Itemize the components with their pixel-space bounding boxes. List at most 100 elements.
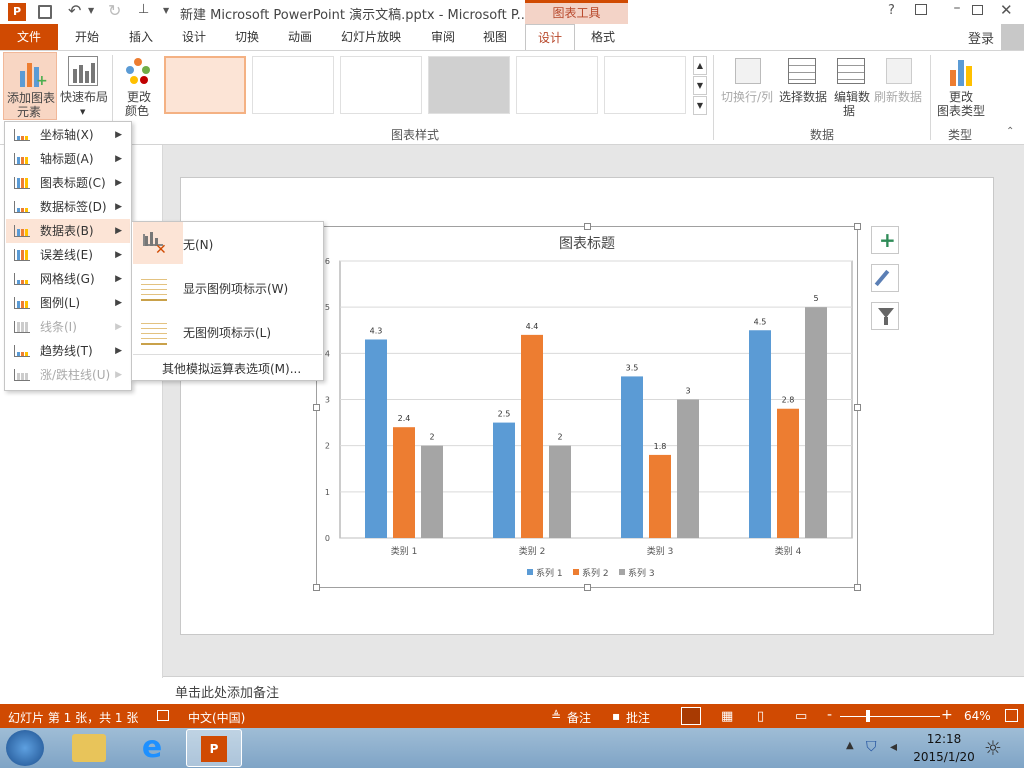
qat-dropdown-icon[interactable]: ▼: [163, 6, 169, 15]
notes-pane[interactable]: 单击此处添加备注: [163, 676, 1024, 704]
menu-item-6[interactable]: 网格线(G) ▶: [6, 267, 130, 291]
menu-item-3[interactable]: 数据标签(D) ▶: [6, 195, 130, 219]
menu-item-1[interactable]: 轴标题(A) ▶: [6, 147, 130, 171]
avatar[interactable]: [1001, 24, 1024, 50]
powerpoint-logo-icon[interactable]: P: [8, 3, 26, 21]
comments-button[interactable]: 批注: [626, 709, 650, 726]
notes-placeholder: 单击此处添加备注: [175, 686, 280, 701]
menu-item-2[interactable]: 图表标题(C) ▶: [6, 171, 130, 195]
chart-style-1[interactable]: [164, 56, 246, 114]
normal-view-button[interactable]: [681, 707, 701, 725]
add-chart-element-button[interactable]: + 添加图表 元素: [3, 52, 57, 120]
submenu-item-no-legend-keys[interactable]: 无图例项标示(L): [183, 324, 271, 341]
x-tick-label: 类别 3: [647, 545, 674, 557]
menu-item-4[interactable]: 数据表(B) ▶: [6, 219, 130, 243]
login-link[interactable]: 登录: [968, 28, 994, 47]
zoom-slider-thumb[interactable]: [866, 710, 870, 722]
data-label: 4.3: [370, 326, 383, 335]
clock-time[interactable]: 12:18: [914, 732, 974, 746]
collapse-ribbon-icon[interactable]: ⌃: [1006, 126, 1014, 137]
tab-insert[interactable]: 插入: [118, 24, 164, 50]
save-icon[interactable]: [38, 5, 52, 19]
change-chart-type-label: 更改: [948, 90, 973, 104]
tab-file[interactable]: 文件: [0, 24, 58, 50]
redo-icon[interactable]: ↻: [108, 1, 121, 20]
chart-style-3[interactable]: [340, 56, 422, 114]
minimize-button[interactable]: –: [945, 0, 969, 22]
tab-design[interactable]: 设计: [171, 24, 217, 50]
chart-style-4[interactable]: [428, 56, 510, 114]
spell-check-icon[interactable]: [157, 710, 169, 721]
zoom-out-button[interactable]: -: [827, 707, 832, 723]
chart-style-5[interactable]: [516, 56, 598, 114]
customize-qat-icon[interactable]: ⊥: [138, 2, 149, 17]
undo-dropdown-icon[interactable]: ▼: [88, 6, 94, 15]
fit-to-window-button[interactable]: [1005, 709, 1018, 722]
submenu-arrow-icon: ▶: [115, 202, 122, 212]
chart-elements-button[interactable]: +: [871, 226, 899, 254]
reading-view-button[interactable]: ▯: [757, 709, 764, 724]
powerpoint-taskbar-icon[interactable]: P: [186, 729, 242, 767]
refresh-data-label: 刷新数据: [873, 90, 922, 104]
y-tick-label: 3: [325, 396, 330, 405]
data-label: 2.5: [498, 410, 511, 419]
tab-home[interactable]: 开始: [64, 24, 110, 50]
menu-item-7[interactable]: 图例(L) ▶: [6, 291, 130, 315]
gallery-more-icon[interactable]: ▼: [693, 96, 707, 115]
shield-icon[interactable]: ⛉: [866, 739, 877, 755]
chart-filters-button[interactable]: [871, 302, 899, 330]
tab-transitions[interactable]: 切换: [224, 24, 270, 50]
menu-item-label: 线条(I): [40, 320, 77, 334]
language-indicator[interactable]: 中文(中国): [188, 709, 245, 726]
select-data-button[interactable]: 选择数据: [778, 52, 828, 120]
menu-item-9[interactable]: 趋势线(T) ▶: [6, 339, 130, 363]
chart-styles-button[interactable]: [871, 264, 899, 292]
tab-slideshow[interactable]: 幻灯片放映: [333, 24, 409, 50]
x-tick-label: 类别 1: [391, 545, 418, 557]
change-chart-type-button[interactable]: 更改 图表类型: [934, 52, 988, 120]
submenu-item-legend-keys[interactable]: 显示图例项标示(W): [183, 280, 288, 297]
brightness-icon[interactable]: ☼: [984, 736, 1002, 760]
refresh-data-button[interactable]: 刷新数据: [872, 52, 924, 120]
zoom-in-button[interactable]: +: [941, 707, 953, 723]
tab-chart-format[interactable]: 格式: [580, 24, 626, 50]
zoom-level[interactable]: 64%: [964, 709, 991, 723]
explorer-icon[interactable]: [72, 734, 106, 762]
tab-animations[interactable]: 动画: [277, 24, 323, 50]
menu-item-label: 坐标轴(X): [40, 128, 94, 142]
submenu-item-none-label[interactable]: 无(N): [183, 236, 213, 253]
tray-expand-icon[interactable]: ▲: [846, 740, 854, 751]
clock-date[interactable]: 2015/1/20: [908, 750, 980, 764]
volume-icon[interactable]: ◂: [890, 739, 897, 755]
ribbon-display-options-icon[interactable]: [915, 4, 927, 15]
ie-icon[interactable]: e: [136, 732, 168, 764]
paintbrush-icon: [874, 269, 890, 287]
bar: [521, 334, 543, 538]
menu-item-0[interactable]: 坐标轴(X) ▶: [6, 123, 130, 147]
close-button[interactable]: ✕: [1000, 1, 1013, 19]
submenu-arrow-icon: ▶: [115, 250, 122, 260]
notes-icon: ≜: [551, 709, 562, 723]
switch-row-column-button[interactable]: 切换行/列: [718, 52, 776, 120]
chart-style-2[interactable]: [252, 56, 334, 114]
chart-style-6[interactable]: [604, 56, 686, 114]
help-button[interactable]: ?: [888, 3, 895, 18]
menu-item-5[interactable]: 误差线(E) ▶: [6, 243, 130, 267]
quick-layout-button[interactable]: 快速布局 ▼: [60, 52, 108, 120]
chart-title: 图表标题: [559, 235, 615, 251]
notes-button[interactable]: 备注: [567, 709, 591, 726]
edit-data-button[interactable]: 编辑数 据: [831, 52, 873, 120]
gallery-scroll-up-icon[interactable]: ▲: [693, 56, 707, 75]
tab-view[interactable]: 视图: [472, 24, 518, 50]
restore-button[interactable]: [972, 5, 983, 15]
tab-review[interactable]: 审阅: [420, 24, 466, 50]
tab-chart-design[interactable]: 设计: [525, 24, 575, 50]
undo-icon[interactable]: ↶: [68, 1, 81, 20]
slide-sorter-button[interactable]: ▦: [721, 709, 733, 724]
change-colors-button[interactable]: 更改 颜色: [116, 52, 162, 120]
submenu-item-more-options[interactable]: 其他模拟运算表选项(M)...: [162, 360, 301, 377]
zoom-slider[interactable]: [840, 716, 940, 717]
start-button[interactable]: [6, 730, 44, 766]
slideshow-button[interactable]: ▭: [795, 709, 807, 724]
gallery-scroll-down-icon[interactable]: ▼: [693, 76, 707, 95]
